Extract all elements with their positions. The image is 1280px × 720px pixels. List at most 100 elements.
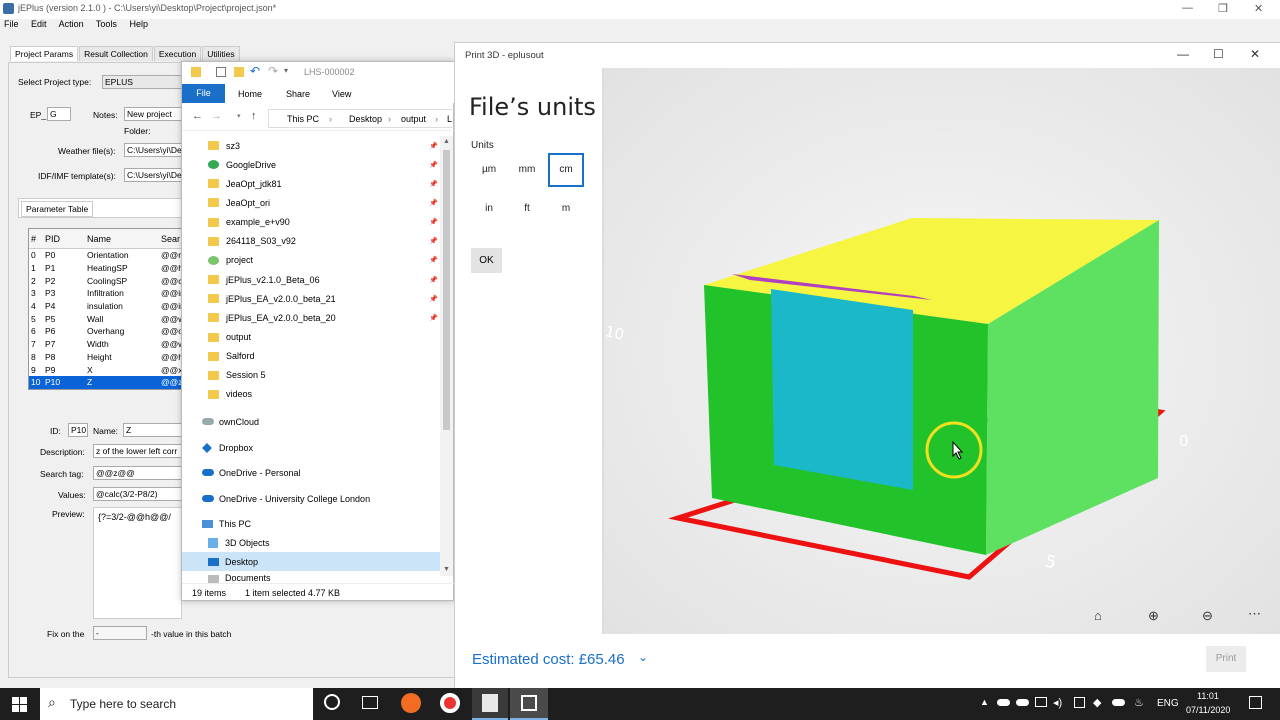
start-icon[interactable] — [12, 697, 27, 712]
tab-execution[interactable]: Execution — [153, 46, 202, 61]
col-pid[interactable]: PID — [43, 234, 85, 244]
app-recorder-icon[interactable] — [440, 693, 460, 713]
table-row[interactable]: 0 P0 Orientation @@n — [29, 249, 187, 262]
search-tag-field[interactable]: @@z@@ — [93, 466, 182, 480]
customize-icon[interactable]: ▾ — [284, 66, 288, 75]
more-icon[interactable]: ⋯ — [1248, 606, 1261, 622]
col-index[interactable]: # — [29, 234, 43, 244]
forward-icon[interactable]: → — [211, 110, 222, 122]
taskbar-search[interactable]: ⌕ Type here to search — [40, 688, 313, 720]
scroll-down-icon[interactable]: ▼ — [443, 566, 450, 573]
pin-icon[interactable]: 📌 — [429, 256, 438, 264]
nav-owncloud[interactable]: ownCloud — [202, 412, 259, 431]
unit-mm[interactable]: mm — [509, 153, 545, 187]
quick-access-item[interactable]: jEPlus_EA_v2.0.0_beta_21 📌 — [208, 289, 438, 308]
pin-icon[interactable]: 📌 — [429, 314, 438, 322]
col-name[interactable]: Name — [85, 234, 161, 244]
unit-ft[interactable]: ft — [509, 192, 545, 226]
menu-action[interactable]: Action — [59, 19, 84, 29]
cortana-icon[interactable] — [324, 694, 340, 710]
menu-edit[interactable]: Edit — [31, 19, 47, 29]
address-bar[interactable]: This PC › Desktop › output › L — [268, 109, 455, 128]
path-desktop[interactable]: Desktop — [349, 114, 382, 124]
nav-this-pc[interactable]: This PC — [202, 514, 251, 533]
tab-result-collection[interactable]: Result Collection — [79, 46, 153, 61]
print3d-close-icon[interactable]: ✕ — [1250, 47, 1260, 61]
table-row[interactable]: 7 P7 Width @@w — [29, 338, 187, 351]
nav-desktop[interactable]: Desktop — [208, 552, 258, 571]
quick-access-item[interactable]: JeaOpt_ori 📌 — [208, 193, 438, 212]
tray-volume-icon[interactable]: ◂) — [1053, 696, 1062, 709]
pin-icon[interactable]: 📌 — [429, 237, 438, 245]
task-view-icon[interactable] — [362, 696, 378, 709]
table-row[interactable]: 9 P9 X @@x — [29, 363, 187, 376]
quick-access-item[interactable]: Salford — [208, 347, 255, 366]
3d-viewport[interactable]: 10 0 5 — [603, 68, 1280, 634]
table-row[interactable]: 6 P6 Overhang @@o — [29, 325, 187, 338]
nav-dropbox[interactable]: Dropbox — [202, 438, 253, 457]
ribbon-share[interactable]: Share — [286, 89, 310, 99]
table-row[interactable]: 5 P5 Wall @@w — [29, 312, 187, 325]
notes-field[interactable]: New project — [124, 107, 182, 121]
unit-um[interactable]: µm — [471, 153, 507, 187]
notification-icon[interactable] — [1249, 696, 1262, 709]
tray-time[interactable]: 11:01 — [1197, 691, 1219, 701]
table-row[interactable]: 4 P4 insulation @@ir — [29, 300, 187, 313]
name-field[interactable]: Z — [123, 423, 182, 437]
quick-access-item[interactable]: example_e+v90 📌 — [208, 213, 438, 232]
pin-icon[interactable]: 📌 — [429, 161, 438, 169]
ribbon-file[interactable]: File — [182, 84, 225, 103]
redo-icon[interactable]: ↷ — [268, 64, 278, 78]
path-this-pc[interactable]: This PC — [287, 114, 319, 124]
nav-onedrive-ucl[interactable]: OneDrive - University College London — [202, 489, 370, 508]
table-row[interactable]: 3 P3 Infiltration @@in — [29, 287, 187, 300]
menu-help[interactable]: Help — [129, 19, 148, 29]
close-icon[interactable]: ✕ — [1254, 2, 1263, 15]
quick-access-item[interactable]: videos — [208, 385, 252, 404]
quick-access-item[interactable]: Session 5 — [208, 366, 266, 385]
tray-java-icon[interactable]: ♨ — [1134, 696, 1144, 709]
taskbar-java-app[interactable] — [472, 688, 508, 720]
properties-icon[interactable] — [216, 67, 226, 77]
tray-device-icon[interactable] — [1074, 697, 1085, 708]
print3d-maximize-icon[interactable]: ☐ — [1213, 47, 1224, 61]
quick-access-item[interactable]: output — [208, 328, 251, 347]
table-row[interactable]: 2 P2 CoolingSP @@c — [29, 274, 187, 287]
ep-field[interactable]: G — [47, 107, 71, 121]
pin-icon[interactable]: 📌 — [429, 180, 438, 188]
values-field[interactable]: @calc(3/2-P8/2) — [93, 487, 182, 501]
tray-network-icon[interactable] — [1035, 697, 1047, 707]
pin-icon[interactable]: 📌 — [429, 276, 438, 284]
table-row[interactable]: 8 P8 Height @@h — [29, 351, 187, 364]
minimize-icon[interactable]: — — [1182, 2, 1193, 14]
tray-dropbox-icon[interactable]: ◆ — [1093, 696, 1101, 709]
nav-documents[interactable]: Documents — [208, 571, 271, 583]
print3d-minimize-icon[interactable]: — — [1177, 47, 1189, 61]
tab-utilities[interactable]: Utilities — [202, 46, 240, 61]
nav-scrollbar[interactable]: ▲ ▼ — [440, 136, 453, 576]
nav-3d-objects[interactable]: 3D Objects — [208, 533, 270, 552]
ribbon-view[interactable]: View — [332, 89, 351, 99]
idf-field[interactable]: C:\Users\yi\De — [124, 168, 182, 182]
path-current[interactable]: L — [447, 114, 452, 124]
quick-access-item[interactable]: project 📌 — [208, 251, 438, 270]
cost-chevron-down-icon[interactable]: ⌄ — [638, 650, 648, 664]
quick-access-item[interactable]: sz3 📌 — [208, 136, 438, 155]
recent-icon[interactable]: ▾ — [237, 112, 241, 120]
new-folder-icon[interactable] — [234, 67, 244, 77]
quick-access-item[interactable]: 264118_S03_v92 📌 — [208, 232, 438, 251]
zoom-in-icon[interactable]: ⊕ — [1148, 608, 1159, 624]
preview-area[interactable]: {?=3/2-@@h@@/ — [93, 507, 182, 619]
nav-onedrive-personal[interactable]: OneDrive - Personal — [202, 463, 301, 482]
quick-access-item[interactable]: jEPlus_v2.1.0_Beta_06 📌 — [208, 270, 438, 289]
pin-icon[interactable]: 📌 — [429, 295, 438, 303]
3d-scene[interactable]: 10 0 5 — [603, 68, 1280, 634]
pin-icon[interactable]: 📌 — [429, 218, 438, 226]
estimated-cost[interactable]: Estimated cost: £65.46 — [472, 651, 625, 668]
reset-view-icon[interactable]: ⌂ — [1094, 608, 1102, 623]
fix-select[interactable]: - — [93, 626, 147, 640]
zoom-out-icon[interactable]: ⊖ — [1202, 608, 1213, 624]
project-type-select[interactable]: EPLUS — [102, 75, 182, 89]
app-orange-icon[interactable] — [401, 693, 421, 713]
tray-chevron-icon[interactable]: ▲ — [980, 697, 989, 707]
